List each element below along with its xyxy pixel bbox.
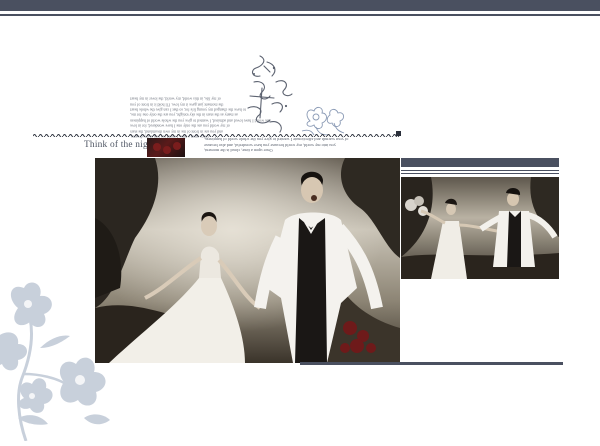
caption-text: Once upon a time, cloud is the moment, y… (204, 137, 394, 153)
side-frame-line (401, 170, 559, 171)
band-end-square (396, 131, 401, 136)
secondary-wedding-photo (401, 177, 559, 279)
poem-line: of my life, in this world, my world, the… (130, 96, 221, 102)
poem-line: of my world you are the only one I have … (130, 123, 230, 129)
poem-line: the moment just gave it my love. I'll ho… (130, 101, 224, 107)
top-banner-line (0, 14, 600, 16)
side-frame-line (401, 173, 559, 174)
rose-thumbnail-image (147, 138, 185, 157)
main-wedding-photo (95, 158, 400, 363)
side-frame-bar (401, 158, 559, 167)
caption-line: you into my world, my world because you … (204, 142, 336, 148)
flower-ornament-large-icon (0, 278, 122, 442)
subtitle-text: Think of the night (84, 140, 156, 150)
bottom-frame-bar (300, 362, 563, 365)
poem-line: to have the changed my young life for, s… (130, 107, 246, 113)
caption-line: Once upon a time, cloud is the moment, (204, 147, 273, 153)
poem-line: the world I have loved and admired, I wa… (130, 118, 270, 124)
caption-line: of your warmth and affectionate I wanted… (204, 137, 349, 143)
top-banner-bar (0, 0, 600, 11)
flower-ornament-small-icon (298, 101, 350, 137)
